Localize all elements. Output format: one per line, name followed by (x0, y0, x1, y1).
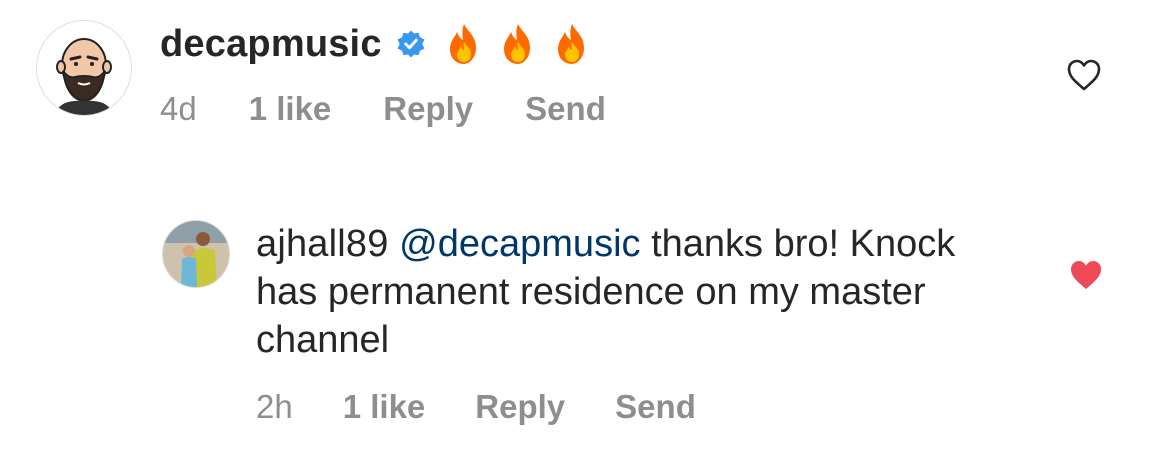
comment-meta: 2h 1 like Reply Send (256, 388, 696, 426)
username[interactable]: decapmusic (160, 23, 382, 66)
fire-emoji-icon (548, 20, 596, 68)
fire-emoji-icon (440, 20, 488, 68)
avatar[interactable] (162, 220, 230, 288)
timestamp: 2h (256, 388, 293, 425)
fire-emoji-icon (494, 20, 542, 68)
send-button[interactable]: Send (525, 90, 606, 128)
reply-item: ajhall89 @decapmusic thanks bro! Knock h… (162, 220, 1142, 450)
heart-outline-icon[interactable] (1066, 58, 1102, 92)
avatar-illustration (37, 21, 131, 115)
comment-header: decapmusic (160, 20, 596, 68)
username[interactable]: ajhall89 (256, 223, 389, 265)
comment-text (440, 20, 596, 68)
reply-button[interactable]: Reply (383, 90, 473, 128)
avatar[interactable] (36, 20, 132, 116)
verified-badge-icon (396, 29, 426, 59)
comment-item: decapmusic 4d 1 like Reply Send (36, 20, 1136, 140)
likes-count[interactable]: 1 like (249, 90, 332, 128)
mention-link[interactable]: @decapmusic (399, 223, 640, 265)
avatar-photo (163, 221, 229, 287)
reply-button[interactable]: Reply (475, 388, 565, 426)
comment-body: ajhall89 @decapmusic thanks bro! Knock h… (256, 220, 976, 364)
send-button[interactable]: Send (615, 388, 696, 426)
comment-meta: 4d 1 like Reply Send (160, 90, 606, 128)
timestamp: 4d (160, 90, 197, 127)
likes-count[interactable]: 1 like (343, 388, 426, 426)
heart-filled-icon[interactable] (1068, 258, 1104, 292)
